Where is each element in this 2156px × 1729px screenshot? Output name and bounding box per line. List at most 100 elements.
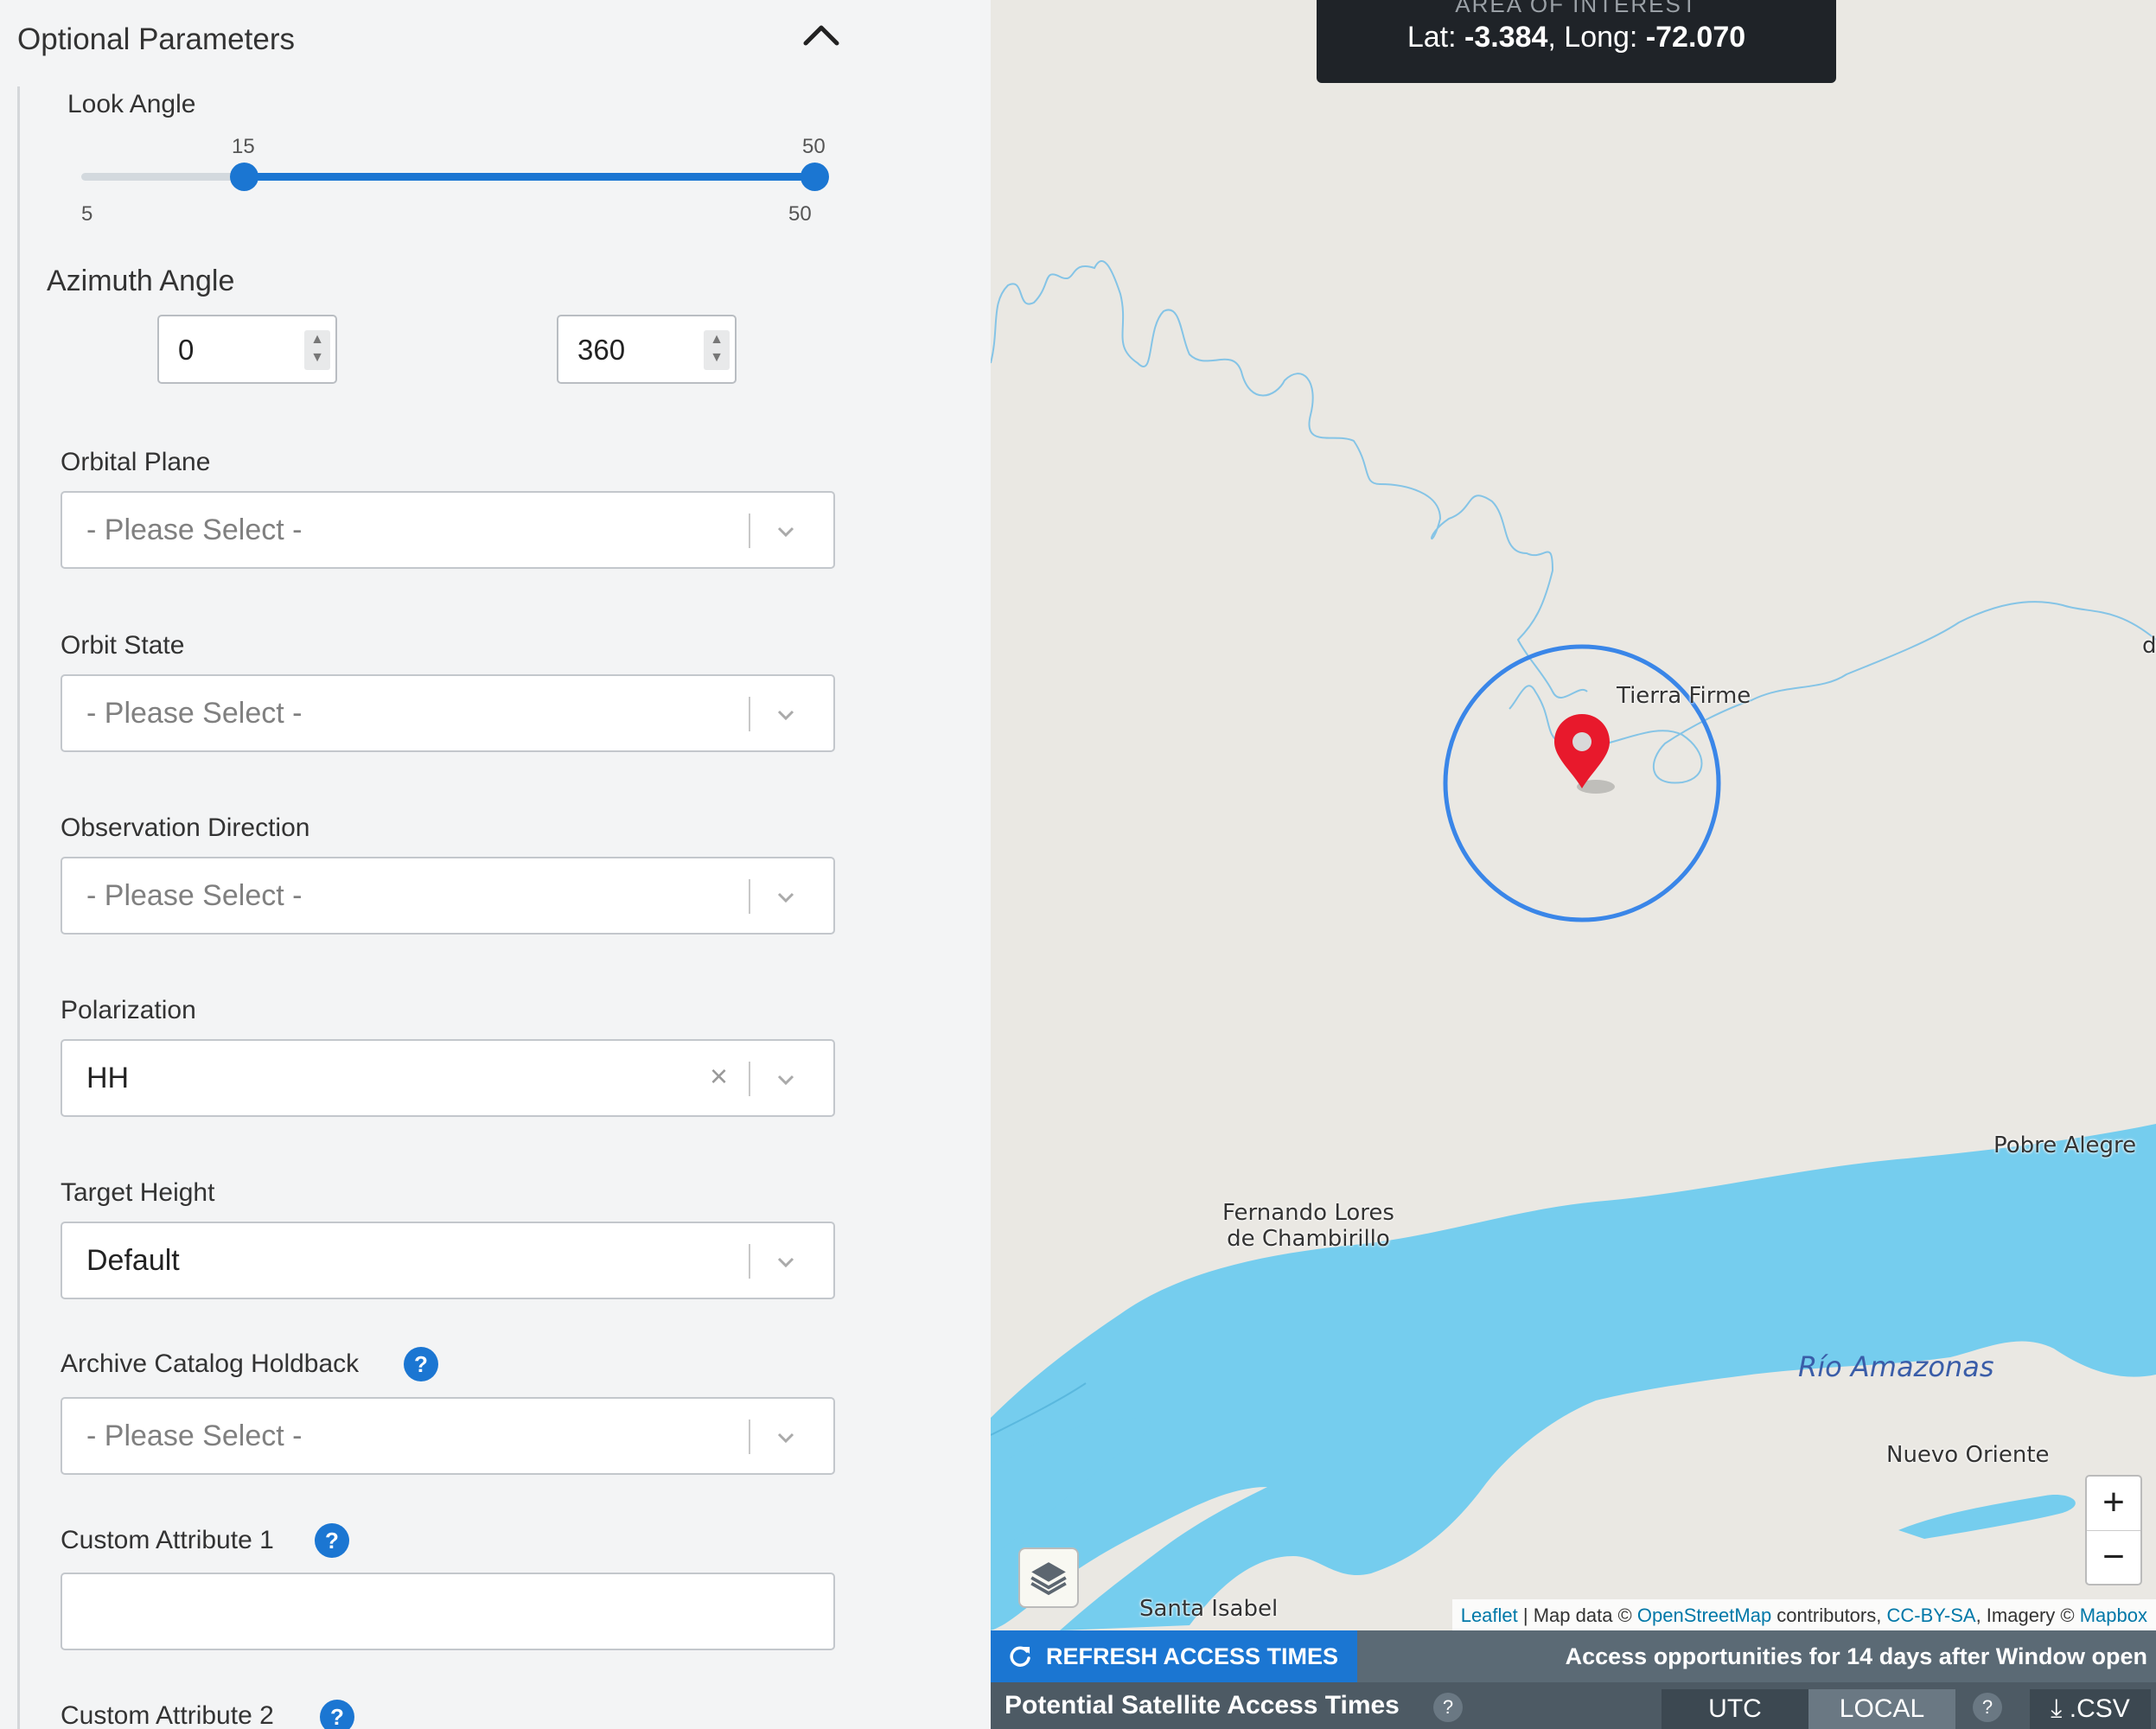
slider-low-value: 15	[232, 135, 255, 158]
orbital-plane-label: Orbital Plane	[61, 448, 211, 476]
look-angle-label: Look Angle	[67, 90, 196, 118]
select-separator	[749, 514, 750, 548]
section-divider	[17, 86, 20, 1729]
slider-thumb-high[interactable]	[801, 163, 829, 191]
map-attribution: Leaflet | Map data © OpenStreetMap contr…	[1451, 1599, 2156, 1630]
mapbox-link[interactable]: Mapbox	[2080, 1605, 2147, 1626]
orbital-plane-select[interactable]: - Please Select -	[61, 491, 835, 569]
area-of-interest-box: AREA OF INTEREST Lat: -3.384, Long: -72.…	[1317, 0, 1836, 83]
chevron-up-icon[interactable]	[795, 17, 847, 55]
spinner-arrows-icon[interactable]: ▲ ▼	[304, 330, 330, 370]
csv-label: .CSV	[2069, 1694, 2130, 1723]
long-label: , Long:	[1547, 21, 1646, 54]
map-view[interactable]: AREA OF INTEREST Lat: -3.384, Long: -72.…	[991, 0, 2156, 1630]
attribution-text: , Imagery ©	[1975, 1605, 2080, 1626]
local-toggle[interactable]: LOCAL	[1808, 1689, 1955, 1729]
place-label-line: Fernando Lores	[1222, 1200, 1394, 1226]
polarization-label: Polarization	[61, 996, 196, 1024]
place-label: Nuevo Oriente	[1886, 1442, 2050, 1468]
help-icon[interactable]: ?	[315, 1523, 349, 1558]
osm-link[interactable]: OpenStreetMap	[1637, 1605, 1771, 1626]
archive-catalog-holdback-select[interactable]: - Please Select -	[61, 1397, 835, 1475]
select-separator	[749, 1062, 750, 1096]
access-toolbar: REFRESH ACCESS TIMES Access opportunitie…	[991, 1630, 2156, 1682]
river-label: Río Amazonas	[1798, 1350, 1994, 1383]
zoom-control: + −	[2085, 1475, 2142, 1585]
target-height-value: Default	[86, 1244, 180, 1277]
access-note: Access opportunities for 14 days after W…	[1565, 1643, 2147, 1669]
archive-catalog-holdback-label: Archive Catalog Holdback	[61, 1349, 360, 1378]
polarization-value: HH	[86, 1062, 130, 1094]
orbit-state-placeholder: - Please Select -	[86, 697, 303, 730]
select-separator	[749, 879, 750, 914]
archive-catalog-holdback-placeholder: - Please Select -	[86, 1420, 303, 1452]
help-icon[interactable]: ?	[1973, 1693, 2002, 1722]
attribution-text: | Map data ©	[1517, 1605, 1637, 1626]
help-icon[interactable]: ?	[1433, 1693, 1463, 1722]
place-label: Tierra Firme	[1617, 683, 1751, 709]
leaflet-link[interactable]: Leaflet	[1461, 1605, 1518, 1626]
layers-button[interactable]	[1018, 1547, 1079, 1608]
select-separator	[749, 1244, 750, 1279]
place-label: Santa Isabel	[1139, 1596, 1279, 1622]
chevron-down-icon	[777, 892, 794, 903]
target-height-select[interactable]: Default	[61, 1222, 835, 1299]
azimuth-to-value: 360	[577, 334, 626, 366]
place-label: Pobre Alegre	[1993, 1132, 2137, 1158]
azimuth-to-input[interactable]: 360 ▲ ▼	[557, 315, 737, 384]
download-icon: ⤓	[2051, 1694, 2063, 1723]
observation-direction-label: Observation Direction	[61, 813, 310, 842]
slider-high-value: 50	[802, 135, 826, 158]
zoom-in-button[interactable]: +	[2087, 1477, 2140, 1531]
azimuth-from-value: 0	[178, 334, 195, 366]
download-csv-button[interactable]: ⤓ .CSV	[2030, 1689, 2151, 1729]
layers-icon	[1030, 1562, 1067, 1596]
attribution-text: contributors,	[1771, 1605, 1887, 1626]
chevron-down-icon	[777, 526, 794, 538]
place-label-line: de Chambirillo	[1227, 1226, 1390, 1252]
custom-attribute-1-input[interactable]	[61, 1573, 835, 1650]
place-label: Fernando Lores de Chambirillo	[1222, 1200, 1394, 1252]
custom-attribute-2-label: Custom Attribute 2	[61, 1701, 274, 1729]
chevron-down-icon	[777, 1432, 794, 1444]
optional-parameters-panel: Optional Parameters Look Angle 15 50 5 5…	[0, 0, 991, 1729]
help-icon[interactable]: ?	[404, 1347, 438, 1381]
azimuth-from-input[interactable]: 0 ▲ ▼	[157, 315, 337, 384]
place-label: d	[2142, 633, 2156, 659]
chevron-down-icon	[777, 1257, 794, 1268]
lat-value: -3.384	[1464, 21, 1548, 54]
aoi-coordinates: Lat: -3.384, Long: -72.070	[1317, 21, 1836, 54]
refresh-access-times-button[interactable]: REFRESH ACCESS TIMES	[991, 1630, 1357, 1682]
custom-attribute-1-label: Custom Attribute 1	[61, 1526, 274, 1554]
refresh-icon	[1010, 1646, 1030, 1667]
slider-range-min: 5	[81, 202, 93, 226]
orbit-state-select[interactable]: - Please Select -	[61, 674, 835, 752]
slider-range-max: 50	[788, 202, 812, 226]
orbit-state-label: Orbit State	[61, 631, 185, 660]
chevron-down-icon	[777, 710, 794, 721]
look-angle-slider-track	[244, 173, 814, 181]
orbital-plane-placeholder: - Please Select -	[86, 514, 303, 546]
observation-direction-select[interactable]: - Please Select -	[61, 857, 835, 935]
azimuth-angle-label: Azimuth Angle	[47, 265, 235, 297]
license-link[interactable]: CC-BY-SA	[1886, 1605, 1975, 1626]
lat-label: Lat:	[1407, 21, 1464, 54]
polarization-select[interactable]: HH ×	[61, 1039, 835, 1117]
refresh-label: REFRESH ACCESS TIMES	[1046, 1643, 1339, 1669]
zoom-out-button[interactable]: −	[2087, 1531, 2140, 1585]
section-title: Optional Parameters	[17, 22, 295, 56]
slider-thumb-low[interactable]	[230, 163, 259, 191]
access-times-title: Potential Satellite Access Times	[1005, 1691, 1400, 1719]
long-value: -72.070	[1645, 21, 1746, 54]
aoi-title: AREA OF INTEREST	[1455, 0, 1698, 17]
clear-icon[interactable]: ×	[710, 1058, 728, 1094]
chevron-down-icon	[777, 1075, 794, 1086]
target-height-label: Target Height	[61, 1178, 215, 1207]
utc-toggle[interactable]: UTC	[1662, 1689, 1808, 1729]
help-icon[interactable]: ?	[320, 1700, 354, 1729]
spinner-arrows-icon[interactable]: ▲ ▼	[704, 330, 730, 370]
access-times-header: Potential Satellite Access Times ? UTC L…	[991, 1682, 2156, 1729]
map-tiles	[991, 260, 2156, 1630]
observation-direction-placeholder: - Please Select -	[86, 879, 303, 912]
select-separator	[749, 1420, 750, 1454]
